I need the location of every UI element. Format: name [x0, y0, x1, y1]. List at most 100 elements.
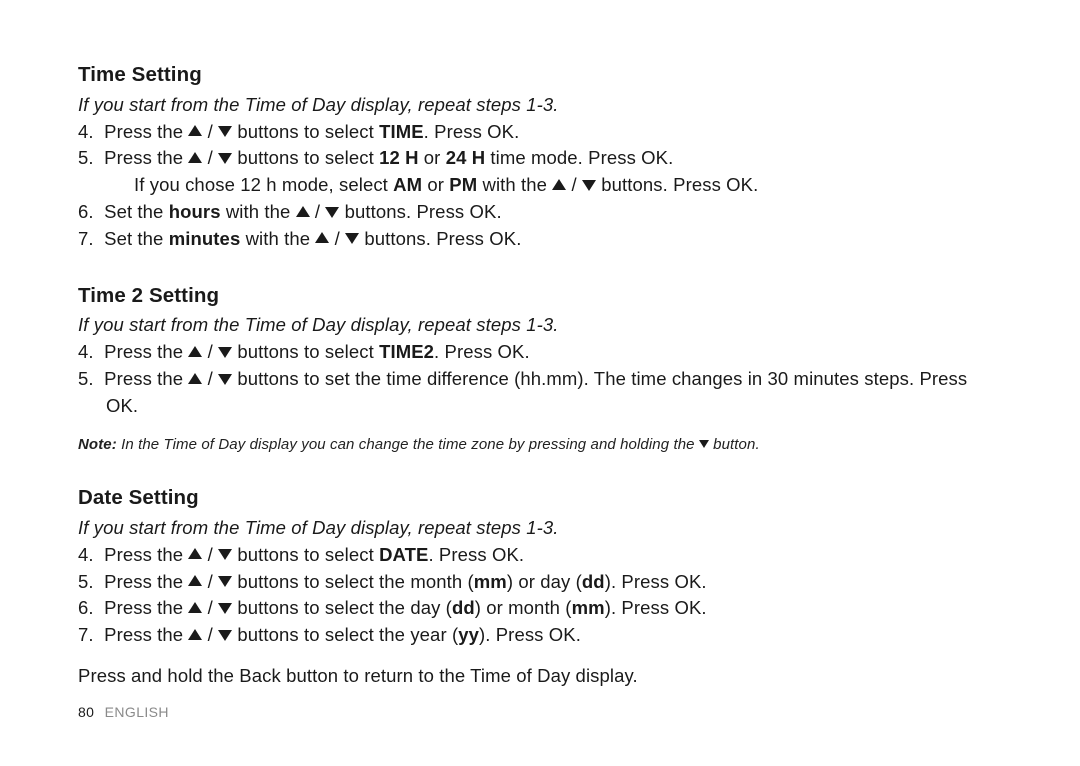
- down-triangle-icon: [218, 549, 232, 560]
- text: ). Press OK.: [605, 597, 707, 618]
- date-setting-steps: 4. Press the / buttons to select DATE. P…: [78, 542, 1002, 649]
- closing-text: Press and hold the Back button to return…: [78, 663, 1002, 690]
- text: /: [310, 201, 326, 222]
- text-bold: minutes: [169, 228, 241, 249]
- up-triangle-icon: [188, 152, 202, 163]
- up-triangle-icon: [552, 179, 566, 190]
- text: buttons. Press OK.: [596, 174, 758, 195]
- text: buttons to set the time difference (hh.m…: [106, 368, 967, 416]
- text: or: [419, 147, 446, 168]
- down-triangle-icon: [218, 374, 232, 385]
- text: buttons to select the year (: [232, 624, 458, 645]
- text: buttons to select: [232, 121, 379, 142]
- text: Press the: [104, 147, 188, 168]
- text: with the: [477, 174, 552, 195]
- time2-setting-steps: 4. Press the / buttons to select TIME2. …: [78, 339, 1002, 419]
- down-triangle-icon: [218, 630, 232, 641]
- step-number: 5.: [78, 368, 94, 389]
- time2-note: Note: In the Time of Day display you can…: [78, 434, 1002, 456]
- text-bold: mm: [572, 597, 605, 618]
- text: If you chose 12 h mode, select: [134, 174, 393, 195]
- step-number: 7.: [78, 228, 94, 249]
- date-setting-section: Date Setting If you start from the Time …: [78, 483, 1002, 690]
- text-bold: dd: [582, 571, 605, 592]
- text: with the: [240, 228, 315, 249]
- text: /: [329, 228, 345, 249]
- down-triangle-icon: [218, 153, 232, 164]
- note-label: Note:: [78, 436, 117, 453]
- text: Press the: [104, 624, 188, 645]
- step-number: 4.: [78, 121, 94, 142]
- text: Press the: [104, 121, 188, 142]
- text: /: [202, 571, 218, 592]
- text: /: [202, 147, 218, 168]
- list-item: 4. Press the / buttons to select DATE. P…: [78, 542, 1002, 569]
- up-triangle-icon: [296, 206, 310, 217]
- down-triangle-icon: [218, 126, 232, 137]
- text: buttons to select: [232, 544, 379, 565]
- time-setting-heading: Time Setting: [78, 60, 1002, 90]
- text: /: [202, 368, 218, 389]
- text: Press the: [104, 341, 188, 362]
- text: Set the: [104, 228, 169, 249]
- text: with the: [221, 201, 296, 222]
- step-number: 7.: [78, 624, 94, 645]
- time2-setting-section: Time 2 Setting If you start from the Tim…: [78, 281, 1002, 456]
- time2-setting-intro: If you start from the Time of Day displa…: [78, 312, 1002, 339]
- text: time mode. Press OK.: [485, 147, 673, 168]
- text-bold: 12 H: [379, 147, 418, 168]
- footer-language: ENGLISH: [105, 704, 169, 720]
- down-triangle-icon: [218, 603, 232, 614]
- text: buttons to select the month (: [232, 571, 474, 592]
- text: buttons to select the day (: [232, 597, 452, 618]
- list-item: 7. Press the / buttons to select the yea…: [78, 622, 1002, 649]
- up-triangle-icon: [188, 575, 202, 586]
- time2-setting-heading: Time 2 Setting: [78, 281, 1002, 311]
- down-triangle-icon: [218, 576, 232, 587]
- text: /: [202, 597, 218, 618]
- text: button.: [709, 436, 760, 453]
- step-number: 4.: [78, 341, 94, 362]
- up-triangle-icon: [188, 373, 202, 384]
- down-triangle-icon: [345, 233, 359, 244]
- up-triangle-icon: [188, 125, 202, 136]
- text: /: [202, 544, 218, 565]
- text-bold: hours: [169, 201, 221, 222]
- up-triangle-icon: [188, 602, 202, 613]
- text: In the Time of Day display you can chang…: [117, 436, 699, 453]
- text: ). Press OK.: [605, 571, 707, 592]
- text: /: [202, 624, 218, 645]
- text: /: [202, 341, 218, 362]
- step-number: 5.: [78, 571, 94, 592]
- text-bold: dd: [452, 597, 475, 618]
- up-triangle-icon: [315, 232, 329, 243]
- text: ) or month (: [475, 597, 572, 618]
- step-number: 4.: [78, 544, 94, 565]
- text-bold: mm: [474, 571, 507, 592]
- date-setting-intro: If you start from the Time of Day displa…: [78, 515, 1002, 542]
- down-triangle-icon: [582, 180, 596, 191]
- text: /: [202, 121, 218, 142]
- down-triangle-icon: [699, 440, 709, 448]
- text-bold: 24 H: [446, 147, 485, 168]
- text: Press the: [104, 544, 188, 565]
- step-number: 6.: [78, 201, 94, 222]
- text-bold: PM: [449, 174, 477, 195]
- up-triangle-icon: [188, 346, 202, 357]
- time-setting-steps: 4. Press the / buttons to select TIME. P…: [78, 119, 1002, 253]
- list-item: 5. Press the / buttons to select 12 H or…: [78, 145, 1002, 199]
- list-item: 4. Press the / buttons to select TIME2. …: [78, 339, 1002, 366]
- text: /: [566, 174, 582, 195]
- text: . Press OK.: [434, 341, 530, 362]
- text: buttons. Press OK.: [359, 228, 521, 249]
- text-bold: AM: [393, 174, 422, 195]
- text: buttons to select: [232, 147, 379, 168]
- date-setting-heading: Date Setting: [78, 483, 1002, 513]
- down-triangle-icon: [325, 207, 339, 218]
- text: Press the: [104, 571, 188, 592]
- text: or: [422, 174, 449, 195]
- up-triangle-icon: [188, 548, 202, 559]
- list-item: 6. Set the hours with the / buttons. Pre…: [78, 199, 1002, 226]
- text: ). Press OK.: [479, 624, 581, 645]
- page-footer: 80 ENGLISH: [78, 702, 169, 722]
